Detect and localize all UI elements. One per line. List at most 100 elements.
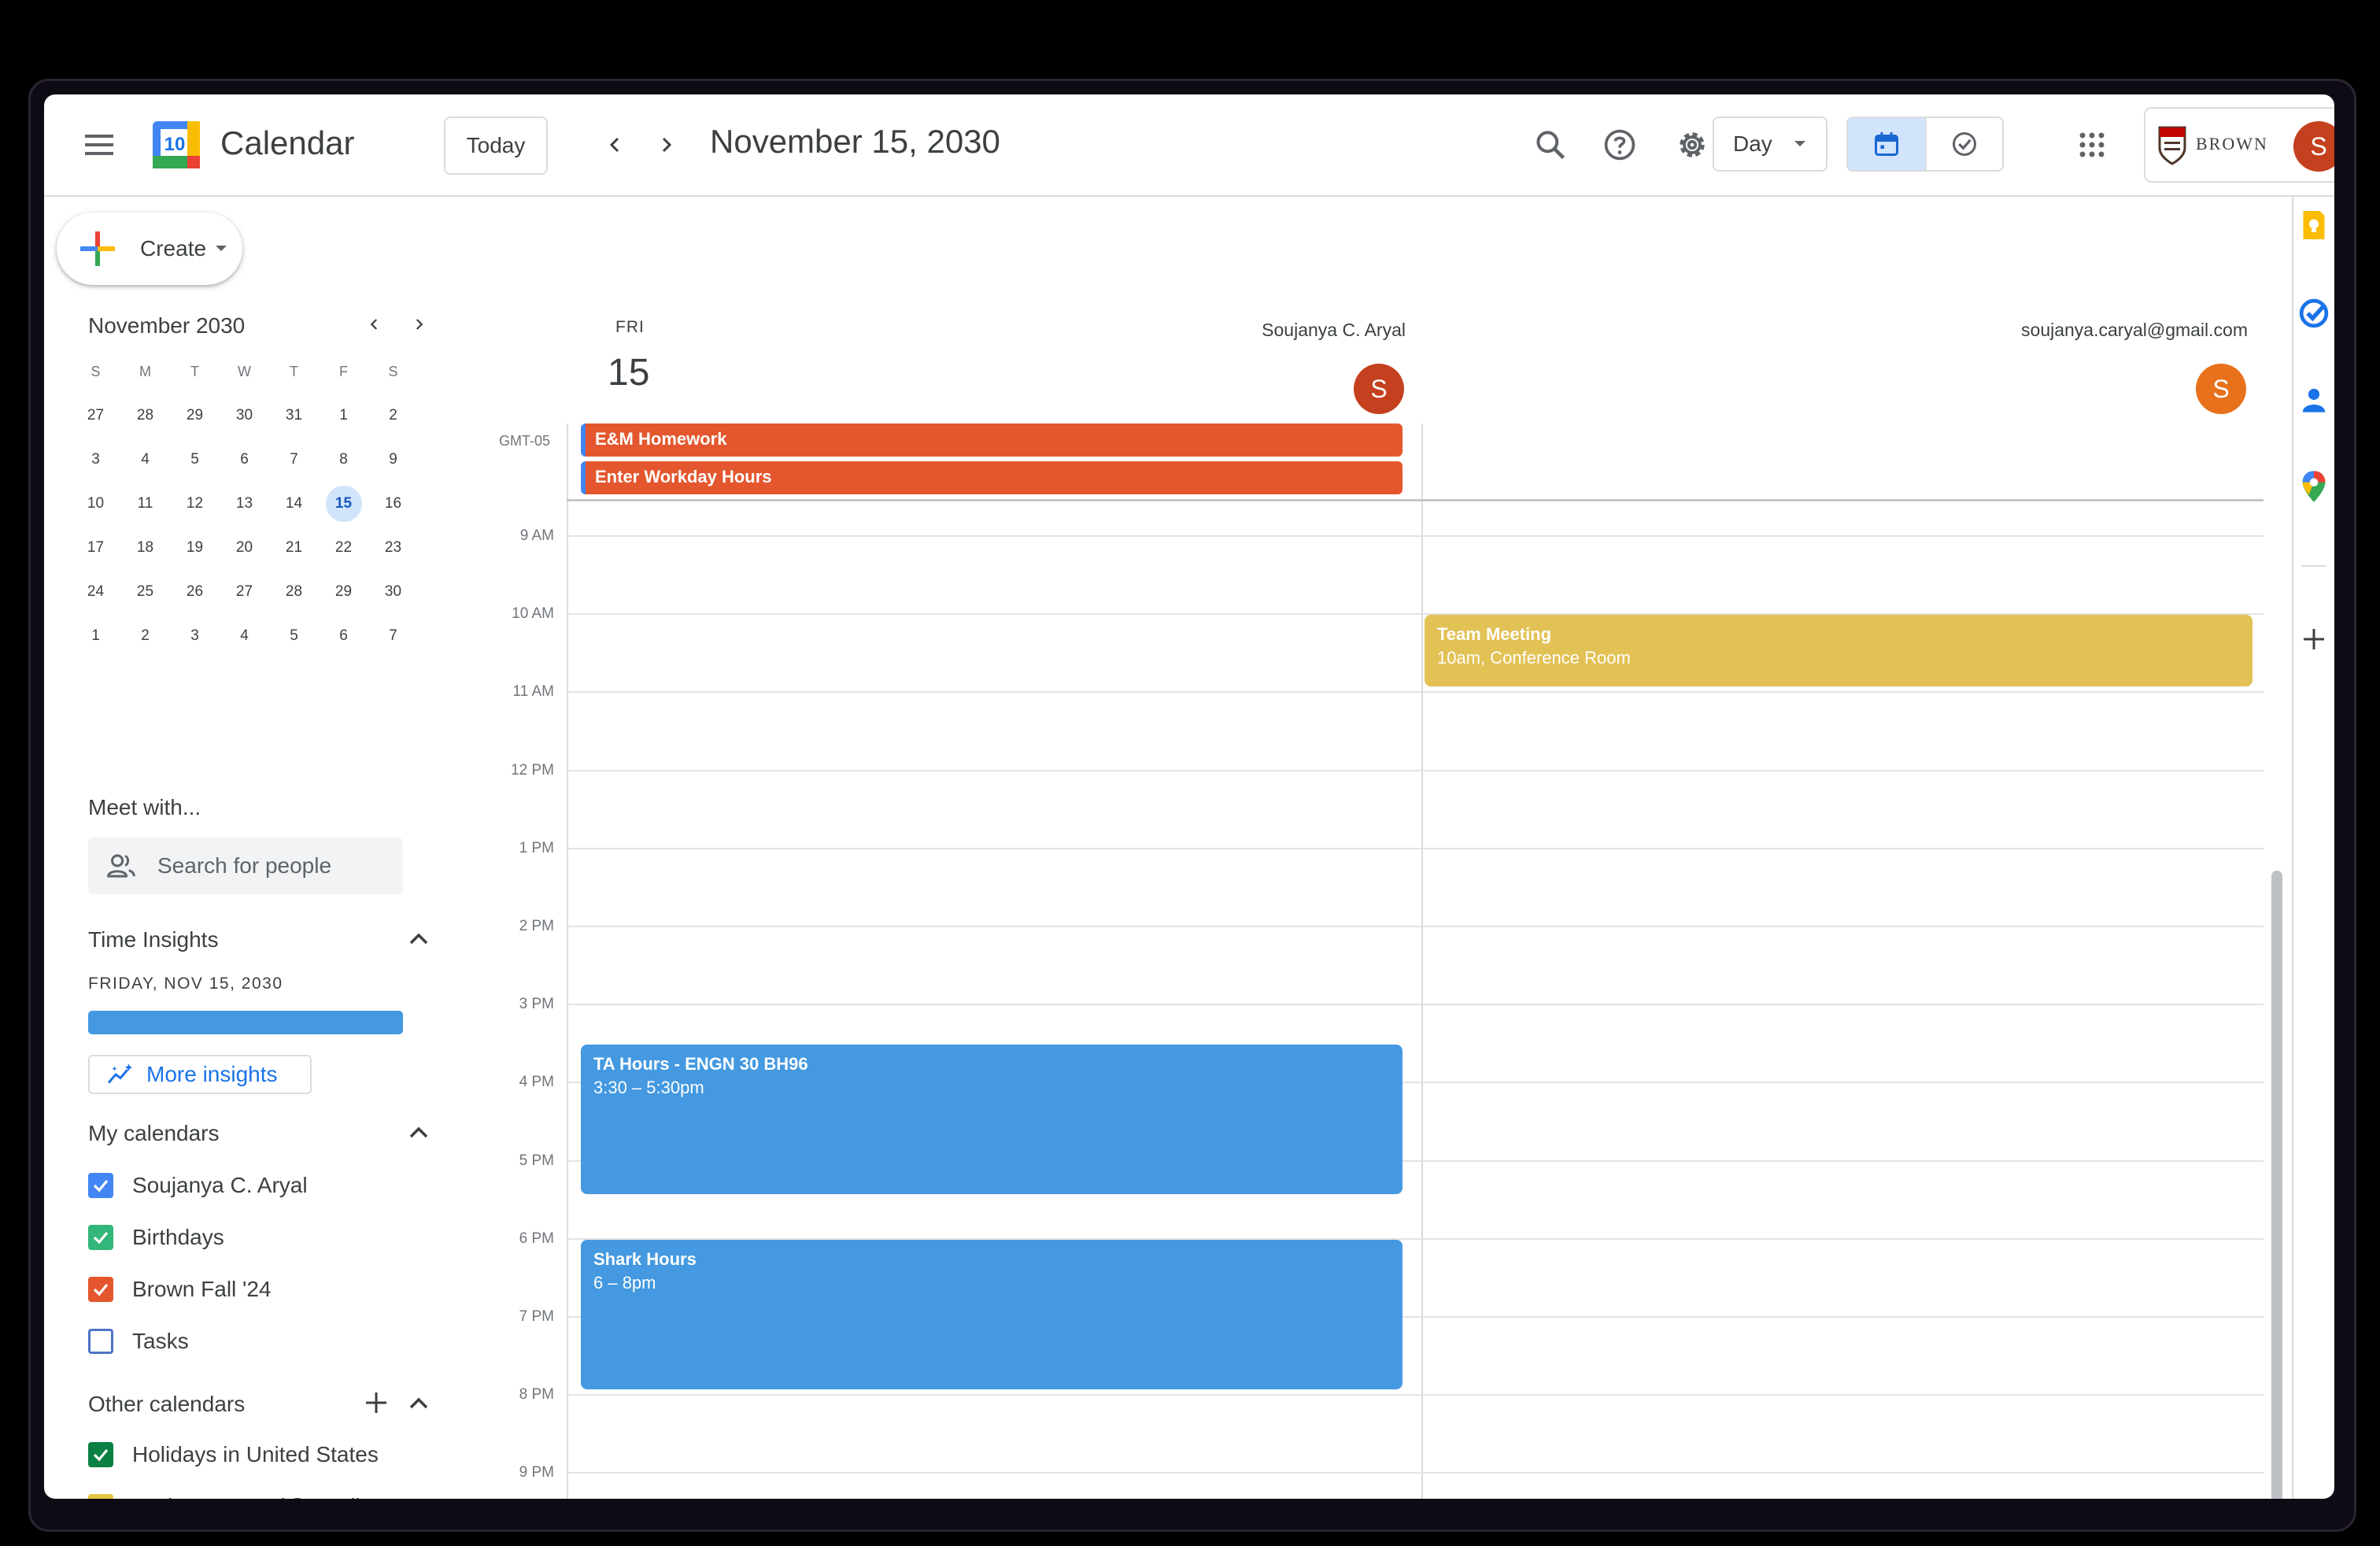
other-calendars-collapse-button[interactable] xyxy=(403,1387,434,1418)
mini-day-cell[interactable]: 5 xyxy=(269,614,319,658)
mini-day-cell[interactable]: 2 xyxy=(368,394,418,438)
mini-day-cell[interactable]: 29 xyxy=(170,394,220,438)
all-day-event-2[interactable]: Enter Workday Hours xyxy=(581,461,1402,494)
today-button[interactable]: Today xyxy=(444,117,548,175)
mini-day-cell[interactable]: 28 xyxy=(120,394,170,438)
mini-day-cell[interactable]: 9 xyxy=(368,438,418,482)
mini-day-cell[interactable]: 26 xyxy=(170,570,220,614)
check-icon xyxy=(91,1497,110,1499)
hour-gridline xyxy=(567,1472,2264,1474)
create-button[interactable]: Create xyxy=(57,213,242,285)
more-insights-button[interactable]: More insights xyxy=(88,1055,312,1094)
my-calendars-collapse-button[interactable] xyxy=(403,1116,434,1148)
calendar-list-item[interactable]: Soujanya C. Aryal xyxy=(88,1170,308,1201)
vertical-scrollbar[interactable] xyxy=(2271,871,2282,1499)
checkbox-checked[interactable] xyxy=(88,1494,113,1499)
mini-day-cell[interactable]: 2 xyxy=(120,614,170,658)
mini-day-cell[interactable]: 10 xyxy=(71,482,120,526)
mini-day-cell[interactable]: 11 xyxy=(120,482,170,526)
mini-day-number: 19 xyxy=(186,539,204,556)
mini-day-cell[interactable]: 30 xyxy=(220,394,269,438)
calendar-list-item[interactable]: Birthdays xyxy=(88,1222,224,1253)
mini-day-cell[interactable]: 13 xyxy=(220,482,269,526)
mini-day-cell[interactable]: 20 xyxy=(220,526,269,570)
person-avatar-1[interactable]: S xyxy=(1354,364,1404,414)
mini-day-cell[interactable]: 22 xyxy=(319,526,368,570)
mini-day-cell[interactable]: 7 xyxy=(368,614,418,658)
calendar-event[interactable]: Shark Hours 6 – 8pm xyxy=(581,1239,1402,1390)
calendar-list-item[interactable]: soujanya.caryal@gmail.co... xyxy=(88,1491,408,1499)
mini-day-cell[interactable]: 18 xyxy=(120,526,170,570)
calendar-list-item[interactable]: Tasks xyxy=(88,1326,189,1357)
get-add-ons-button[interactable] xyxy=(2295,620,2333,658)
tasks-button[interactable] xyxy=(2295,294,2333,332)
mini-day-cell[interactable]: 19 xyxy=(170,526,220,570)
time-insights-collapse-button[interactable] xyxy=(403,923,434,954)
hour-label: 5 PM xyxy=(519,1152,554,1169)
mini-day-cell[interactable]: 5 xyxy=(170,438,220,482)
google-apps-button[interactable] xyxy=(2060,113,2123,176)
mini-day-cell[interactable]: 6 xyxy=(220,438,269,482)
mini-day-cell[interactable]: 21 xyxy=(269,526,319,570)
contacts-button[interactable] xyxy=(2295,381,2333,419)
mini-day-selected[interactable]: 15 xyxy=(319,482,368,526)
mini-day-cell[interactable]: 14 xyxy=(269,482,319,526)
calendar-list-item[interactable]: Holidays in United States xyxy=(88,1439,379,1470)
top-bar: 10 Calendar Today November 15, 2030 Day xyxy=(44,94,2334,197)
mini-prev-month-button[interactable] xyxy=(359,309,390,340)
search-button[interactable] xyxy=(1519,113,1582,176)
mini-day-cell[interactable]: 30 xyxy=(368,570,418,614)
mini-weekday-header: S xyxy=(388,363,398,379)
help-button[interactable] xyxy=(1588,113,1651,176)
check-circle-icon xyxy=(1953,132,1976,156)
next-day-button[interactable] xyxy=(634,113,697,176)
mini-day-cell[interactable]: 27 xyxy=(71,394,120,438)
checkbox-checked[interactable] xyxy=(88,1225,113,1250)
mini-day-cell[interactable]: 3 xyxy=(170,614,220,658)
main-menu-button[interactable] xyxy=(69,113,132,176)
mini-day-cell[interactable]: 8 xyxy=(319,438,368,482)
mini-day-cell[interactable]: 4 xyxy=(120,438,170,482)
keep-button[interactable] xyxy=(2295,206,2333,244)
tasks-mode-button[interactable] xyxy=(1927,118,2002,170)
account-switcher[interactable]: BROWN S xyxy=(2144,107,2334,183)
mini-day-cell[interactable]: 16 xyxy=(368,482,418,526)
calendar-list-item[interactable]: Brown Fall '24 xyxy=(88,1274,272,1305)
account-avatar[interactable]: S xyxy=(2293,121,2334,172)
calendar-event[interactable]: Team Meeting 10am, Conference Room xyxy=(1425,615,2252,687)
mini-next-month-button[interactable] xyxy=(403,309,434,340)
mini-day-cell[interactable]: 24 xyxy=(71,570,120,614)
mini-week-row: 1 2 3 4 5 6 7 xyxy=(71,614,418,658)
checkbox-checked[interactable] xyxy=(88,1277,113,1302)
mini-day-number: 10 xyxy=(87,495,105,512)
hour-label: 12 PM xyxy=(511,761,554,779)
calendar-mode-button[interactable] xyxy=(1848,118,1925,170)
mini-day-cell[interactable]: 31 xyxy=(269,394,319,438)
day-number[interactable]: 15 xyxy=(608,351,649,394)
view-selector[interactable]: Day xyxy=(1713,117,1828,172)
mini-day-cell[interactable]: 1 xyxy=(71,614,120,658)
mini-day-cell[interactable]: 25 xyxy=(120,570,170,614)
calendar-event[interactable]: TA Hours - ENGN 30 BH96 3:30 – 5:30pm xyxy=(581,1044,1402,1195)
mini-day-cell[interactable]: 17 xyxy=(71,526,120,570)
mini-day-cell[interactable]: 29 xyxy=(319,570,368,614)
mini-day-number: 16 xyxy=(384,495,402,512)
mini-day-cell[interactable]: 6 xyxy=(319,614,368,658)
mini-day-cell[interactable]: 12 xyxy=(170,482,220,526)
person-avatar-2[interactable]: S xyxy=(2196,364,2246,414)
mini-day-cell[interactable]: 4 xyxy=(220,614,269,658)
checkbox-checked[interactable] xyxy=(88,1442,113,1467)
mini-day-cell[interactable]: 3 xyxy=(71,438,120,482)
checkbox-unchecked[interactable] xyxy=(88,1329,113,1354)
mini-day-cell[interactable]: 28 xyxy=(269,570,319,614)
mini-day-number: 29 xyxy=(334,583,353,600)
search-people-input[interactable]: Search for people xyxy=(88,838,403,894)
checkbox-checked[interactable] xyxy=(88,1173,113,1198)
mini-day-cell[interactable]: 23 xyxy=(368,526,418,570)
mini-day-cell[interactable]: 7 xyxy=(269,438,319,482)
all-day-event-1[interactable]: E&M Homework xyxy=(581,423,1402,457)
mini-day-cell[interactable]: 27 xyxy=(220,570,269,614)
add-other-calendar-button[interactable] xyxy=(360,1387,392,1418)
mini-day-cell[interactable]: 1 xyxy=(319,394,368,438)
maps-button[interactable] xyxy=(2295,468,2333,505)
